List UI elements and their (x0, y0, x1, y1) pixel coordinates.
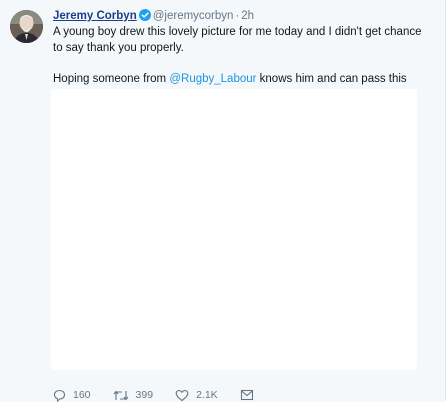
tweet-card[interactable]: Jeremy Corbyn @jeremycorbyn · 2h A young bo… (0, 0, 446, 402)
tweet-timestamp[interactable]: 2h (241, 10, 254, 22)
retweet-count: 399 (135, 389, 154, 401)
like-count: 2.1K (196, 389, 218, 401)
tweet-media[interactable] (51, 89, 417, 370)
tweet-text-line-2-before: Hoping someone from (53, 73, 170, 85)
author-handle[interactable]: @jeremycorbyn (153, 10, 234, 22)
author-name[interactable]: Jeremy Corbyn (53, 10, 137, 22)
header-separator: · (235, 10, 240, 22)
tweet-text-line-1: A young boy drew this lovely picture for… (53, 26, 422, 54)
reply-count: 160 (73, 389, 91, 401)
verified-badge-icon (138, 9, 151, 26)
tweet-header: Jeremy Corbyn @jeremycorbyn · 2h (53, 9, 254, 26)
envelope-icon (240, 389, 261, 401)
avatar[interactable] (10, 10, 43, 43)
direct-message-button[interactable] (240, 389, 261, 401)
mention-link[interactable]: @Rugby_Labour (169, 73, 256, 85)
